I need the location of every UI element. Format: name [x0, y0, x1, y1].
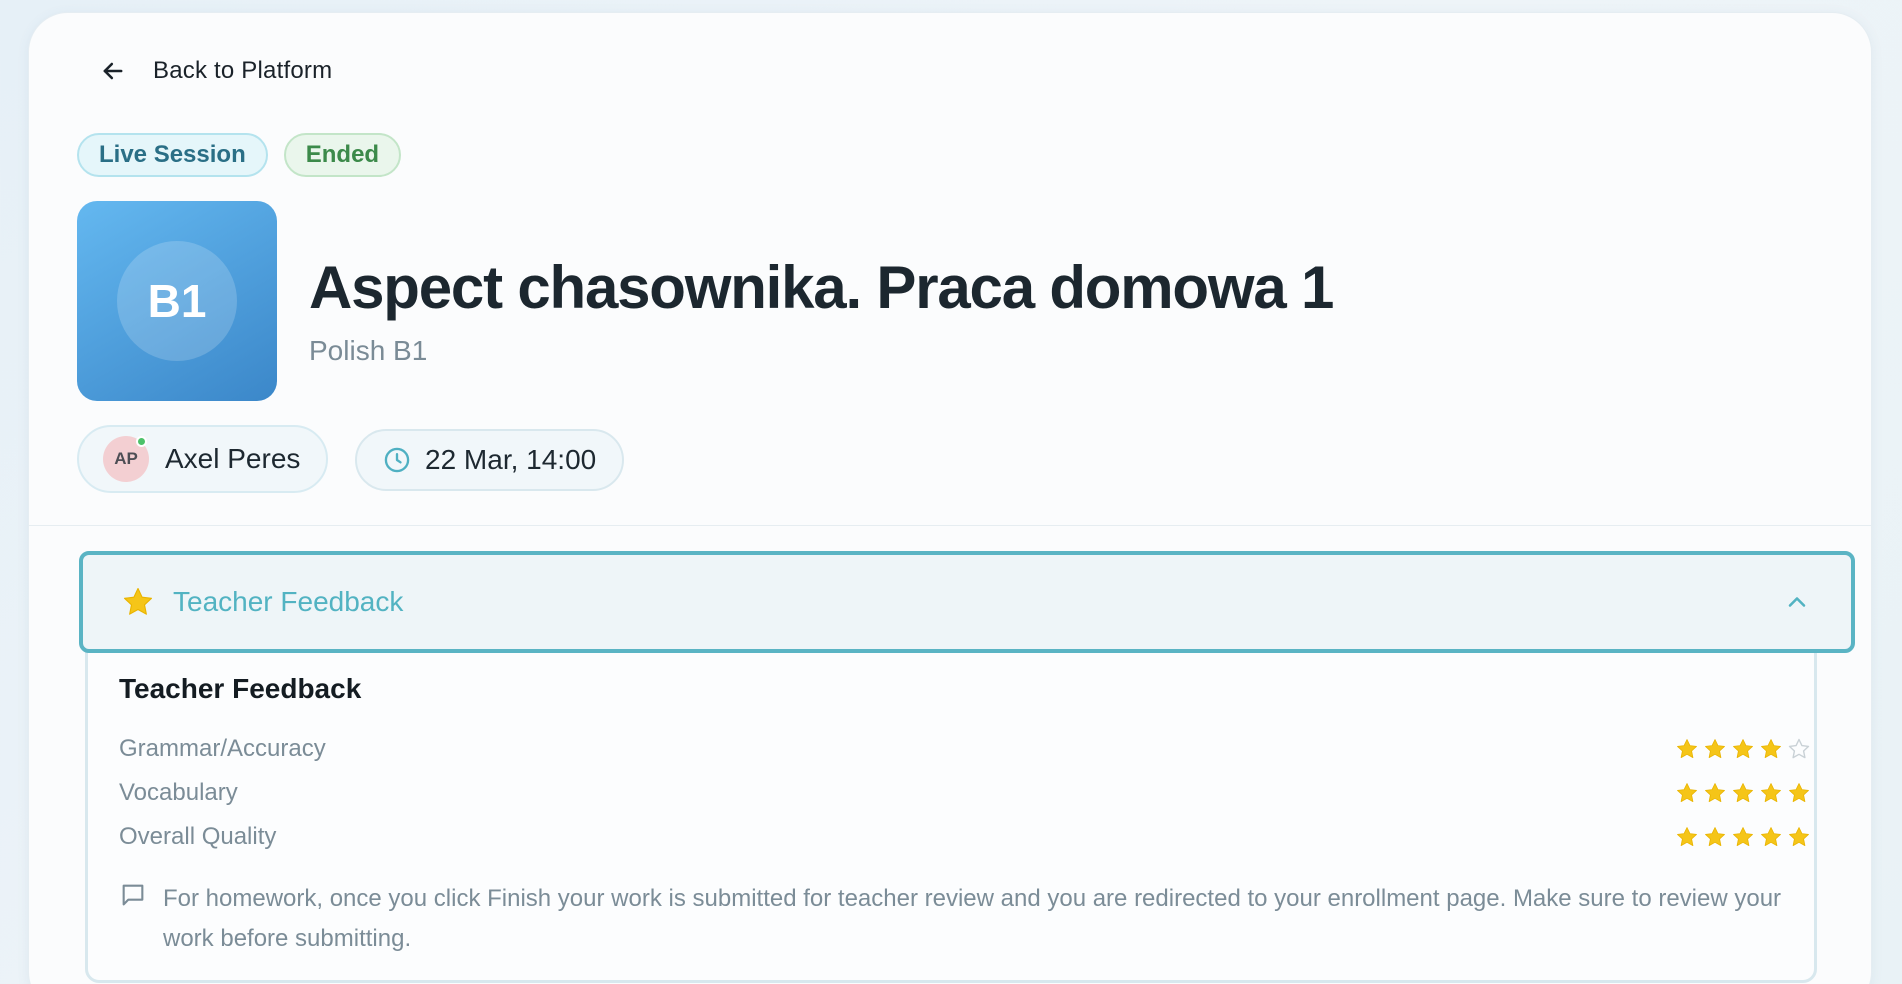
avatar: AP: [103, 436, 149, 482]
feedback-comment-text: For homework, once you click Finish your…: [163, 885, 1782, 952]
page-title: Aspect chasownika. Praca domowa 1: [309, 254, 1334, 321]
chevron-up-icon[interactable]: [1783, 588, 1811, 616]
star-filled-icon: [1761, 739, 1781, 758]
star-filled-icon: [1789, 783, 1809, 802]
back-to-platform-link[interactable]: Back to Platform: [99, 57, 332, 85]
star-filled-icon: [1733, 783, 1753, 802]
star-empty-icon: [1788, 738, 1810, 759]
rating-row-overall: Overall Quality: [119, 823, 1811, 851]
star-filled-icon: [1677, 783, 1697, 802]
star-filled-icon: [1677, 739, 1697, 758]
status-badge: Ended: [283, 133, 402, 177]
section-divider: [29, 525, 1871, 526]
session-card: Back to Platform Live Session Ended B1 A…: [28, 12, 1872, 984]
star-filled-icon: [1705, 783, 1725, 802]
feedback-header-label: Teacher Feedback: [173, 586, 404, 617]
star-icon: [123, 587, 153, 615]
star-filled-icon: [1705, 739, 1725, 758]
session-time-chip: 22 Mar, 14:00: [355, 429, 625, 491]
star-filled-icon: [1733, 739, 1753, 758]
star-filled-icon: [1733, 827, 1753, 846]
star-rating: [1675, 825, 1811, 849]
feedback-comment: For homework, once you click Finish your…: [119, 879, 1799, 959]
arrow-left-icon: [103, 62, 123, 80]
star-rating: [1675, 737, 1811, 761]
course-level-tile: B1: [77, 201, 277, 401]
rating-label: Vocabulary: [119, 779, 238, 806]
rating-label: Overall Quality: [119, 823, 277, 850]
online-status-dot: [136, 436, 147, 447]
feedback-title: Teacher Feedback: [119, 673, 362, 704]
back-link-label: Back to Platform: [153, 57, 333, 84]
course-level-label: B1: [117, 241, 237, 361]
rating-label: Grammar/Accuracy: [119, 735, 326, 762]
avatar-initials: AP: [114, 449, 138, 468]
rating-row-vocabulary: Vocabulary: [119, 779, 1811, 807]
session-type-badge: Live Session: [77, 133, 268, 177]
star-filled-icon: [1761, 827, 1781, 846]
star-filled-icon: [1789, 827, 1809, 846]
star-filled-icon: [1761, 783, 1781, 802]
session-badges: Live Session Ended: [77, 133, 402, 177]
course-subtitle: Polish B1: [309, 335, 428, 366]
rating-row-grammar: Grammar/Accuracy: [119, 735, 1811, 763]
star-rating: [1675, 781, 1811, 805]
clock-icon: [384, 447, 410, 473]
feedback-accordion-header[interactable]: Teacher Feedback: [79, 551, 1855, 653]
star-filled-icon: [1677, 827, 1697, 846]
star-filled-icon: [1705, 827, 1725, 846]
teacher-name: Axel Peres: [165, 443, 301, 474]
teacher-chip[interactable]: AP Axel Peres: [77, 425, 329, 493]
session-datetime: 22 Mar, 14:00: [425, 444, 597, 475]
message-square-icon: [122, 884, 144, 906]
